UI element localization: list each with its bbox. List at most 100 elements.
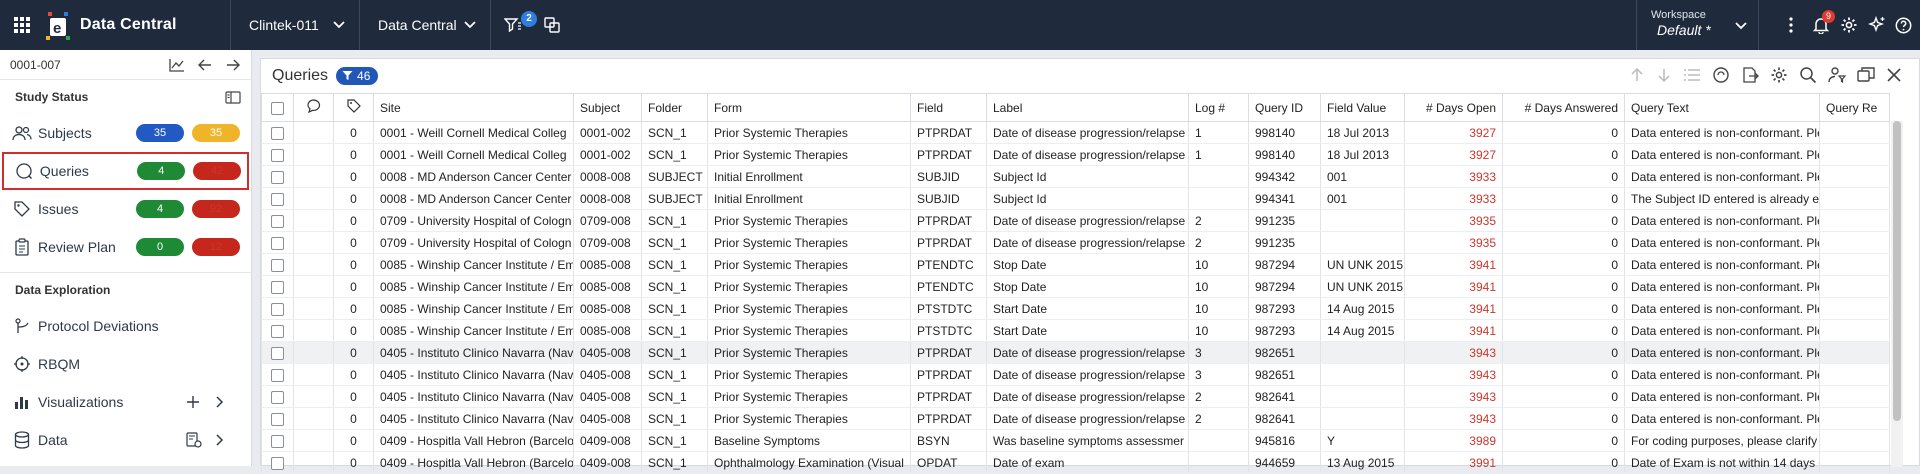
table-row[interactable]: 0 0008 - MD Anderson Cancer Center , 0008-… (261, 165, 1890, 188)
row-checkbox-cell[interactable] (261, 231, 294, 254)
arrow-back-icon[interactable] (197, 58, 213, 72)
tag-column-header[interactable] (333, 93, 374, 122)
comment-cell[interactable] (293, 121, 334, 144)
table-row[interactable]: 0 0085 - Winship Cancer Institute / Em 008… (261, 319, 1890, 342)
filter-button[interactable]: 2 (491, 0, 537, 50)
sidebar-item-queries[interactable]: Queries 4 42 (2, 152, 249, 190)
scrollbar-thumb[interactable] (1893, 121, 1901, 421)
table-row[interactable]: 0 0405 - Instituto Clinico Navarra (Nav 04… (261, 385, 1890, 408)
comment-cell[interactable] (293, 429, 334, 452)
row-checkbox[interactable] (271, 368, 284, 382)
app-logo[interactable]: e Data Central (44, 12, 230, 40)
windows-icon[interactable] (1857, 66, 1875, 84)
row-checkbox[interactable] (271, 324, 284, 338)
sidebar-item-subjects[interactable]: Subjects 35 35 (0, 114, 251, 152)
filter-count-pill[interactable]: 46 (336, 66, 379, 85)
comment-cell[interactable] (293, 319, 334, 342)
user-filter-icon[interactable] (1828, 66, 1846, 84)
row-checkbox-cell[interactable] (261, 121, 294, 144)
chevron-right-icon[interactable] (216, 396, 224, 408)
column-header-folder[interactable]: Folder (641, 93, 708, 122)
column-header-query-id[interactable]: Query ID (1248, 93, 1321, 122)
document-settings-icon[interactable] (186, 432, 202, 448)
row-checkbox[interactable] (271, 236, 284, 250)
compare-button[interactable] (535, 0, 569, 50)
row-checkbox[interactable] (271, 346, 284, 360)
table-row[interactable]: 0 0409 - Hospitla Vall Hebron (Barcelo 040… (261, 451, 1890, 474)
column-header-form[interactable]: Form (707, 93, 911, 122)
table-row[interactable]: 0 0405 - Instituto Clinico Navarra (Nav 04… (261, 341, 1890, 364)
row-checkbox-cell[interactable] (261, 341, 294, 364)
table-row[interactable]: 0 0085 - Winship Cancer Institute / Em 008… (261, 253, 1890, 276)
column-header-days-open[interactable]: # Days Open (1404, 93, 1503, 122)
arrow-down-icon[interactable] (1656, 67, 1672, 83)
row-checkbox[interactable] (271, 390, 284, 404)
column-header-field-value[interactable]: Field Value (1320, 93, 1405, 122)
row-checkbox-cell[interactable] (261, 187, 294, 210)
row-checkbox-cell[interactable] (261, 165, 294, 188)
row-checkbox-cell[interactable] (261, 319, 294, 342)
comment-cell[interactable] (293, 143, 334, 166)
comment-cell[interactable] (293, 209, 334, 232)
notifications-button[interactable]: 9 (1807, 0, 1835, 50)
row-checkbox[interactable] (271, 148, 284, 162)
sidebar-item-data[interactable]: Data (0, 421, 251, 459)
sidebar-item-visualizations[interactable]: Visualizations (0, 383, 251, 421)
comment-cell[interactable] (293, 253, 334, 276)
chevron-right-icon[interactable] (216, 434, 224, 446)
sidebar-item-issues[interactable]: Issues 4 92 (0, 190, 251, 228)
checkbox[interactable] (271, 101, 284, 115)
column-header-field[interactable]: Field (910, 93, 987, 122)
comment-cell[interactable] (293, 165, 334, 188)
table-row[interactable]: 0 0409 - Hospitla Vall Hebron (Barcelo 040… (261, 429, 1890, 452)
column-header-query-text[interactable]: Query Text (1624, 93, 1820, 122)
workspace-selector[interactable]: Workspace Default * (1636, 0, 1758, 50)
comment-cell[interactable] (293, 385, 334, 408)
table-row[interactable]: 0 0085 - Winship Cancer Institute / Em 008… (261, 275, 1890, 298)
table-row[interactable]: 0 0709 - University Hospital of Cologn 070… (261, 209, 1890, 232)
row-checkbox-cell[interactable] (261, 297, 294, 320)
row-checkbox[interactable] (271, 170, 284, 184)
export-icon[interactable] (1741, 66, 1759, 84)
table-row[interactable]: 0 0405 - Instituto Clinico Navarra (Nav 04… (261, 407, 1890, 430)
search-icon[interactable] (1799, 66, 1817, 84)
plus-icon[interactable] (186, 395, 200, 409)
sidebar-item-review-plan[interactable]: Review Plan 0 12 (0, 228, 251, 266)
module-dropdown[interactable]: Data Central (360, 0, 490, 50)
row-checkbox[interactable] (271, 126, 284, 140)
arrow-forward-icon[interactable] (225, 58, 241, 72)
row-checkbox[interactable] (271, 412, 284, 426)
row-checkbox-cell[interactable] (261, 143, 294, 166)
row-checkbox[interactable] (271, 456, 284, 470)
comment-cell[interactable] (293, 297, 334, 320)
sidebar-item-protocol-deviations[interactable]: Protocol Deviations (0, 307, 251, 345)
more-menu-button[interactable] (1779, 0, 1803, 50)
table-row[interactable]: 0 0001 - Weill Cornell Medical Colleg 0001… (261, 121, 1890, 144)
row-checkbox-cell[interactable] (261, 429, 294, 452)
sidebar-item-rbqm[interactable]: RBQM (0, 345, 251, 383)
row-checkbox[interactable] (271, 302, 284, 316)
list-icon[interactable] (1683, 67, 1701, 83)
row-checkbox[interactable] (271, 192, 284, 206)
table-row[interactable]: 0 0085 - Winship Cancer Institute / Em 008… (261, 297, 1890, 320)
column-header-site[interactable]: Site (373, 93, 574, 122)
comment-cell[interactable] (293, 341, 334, 364)
column-header-label[interactable]: Label (986, 93, 1189, 122)
comment-cell[interactable] (293, 363, 334, 386)
comment-cell[interactable] (293, 231, 334, 254)
column-header-log[interactable]: Log # (1188, 93, 1249, 122)
comment-column-header[interactable] (293, 93, 334, 122)
row-checkbox[interactable] (271, 258, 284, 272)
row-checkbox[interactable] (271, 214, 284, 228)
table-row[interactable]: 0 0709 - University Hospital of Cologn 070… (261, 231, 1890, 254)
ai-assistant-button[interactable] (1863, 0, 1891, 50)
row-checkbox-cell[interactable] (261, 385, 294, 408)
study-dropdown[interactable]: Clintek-011 (231, 0, 359, 50)
select-all-checkbox[interactable] (261, 93, 294, 122)
row-checkbox[interactable] (271, 280, 284, 294)
comment-cell[interactable] (293, 187, 334, 210)
comment-cell[interactable] (293, 275, 334, 298)
column-header-subject[interactable]: Subject (573, 93, 642, 122)
settings-button[interactable] (1835, 0, 1863, 50)
table-row[interactable]: 0 0008 - MD Anderson Cancer Center , 0008-… (261, 187, 1890, 210)
